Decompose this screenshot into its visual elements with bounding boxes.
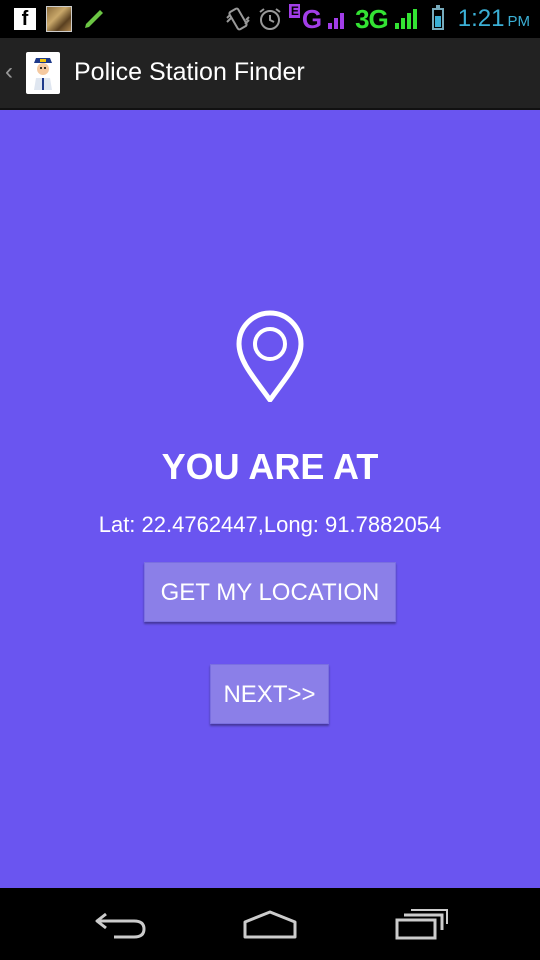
signal-icon-1 bbox=[328, 13, 345, 29]
alarm-icon bbox=[259, 8, 281, 30]
app-title: Police Station Finder bbox=[74, 58, 305, 86]
next-button[interactable]: NEXT>> bbox=[210, 664, 329, 724]
up-chevron-icon[interactable]: ‹ bbox=[5, 58, 13, 86]
clock: 1:21 PM bbox=[458, 5, 530, 33]
network-type-secondary: 3G bbox=[355, 3, 389, 34]
back-icon[interactable] bbox=[92, 908, 148, 940]
pencil-icon bbox=[85, 10, 103, 28]
signal-icon-2 bbox=[394, 9, 417, 29]
clock-time: 1:21 bbox=[457, 5, 505, 32]
app-logo-icon[interactable] bbox=[26, 52, 60, 94]
home-icon[interactable] bbox=[242, 908, 298, 940]
network-type-primary: G bbox=[301, 3, 322, 34]
get-my-location-button[interactable]: GET MY LOCATION bbox=[144, 562, 396, 622]
status-bar: f EG 3G 1:21 PM bbox=[0, 0, 540, 38]
vibrate-icon bbox=[226, 7, 250, 31]
navigation-bar bbox=[0, 888, 540, 960]
battery-icon bbox=[431, 5, 444, 30]
action-bar: ‹ Police Station Finder bbox=[0, 38, 540, 110]
edge-badge: E bbox=[288, 3, 300, 18]
main-content: YOU ARE AT Lat: 22.4762447,Long: 91.7882… bbox=[0, 110, 540, 888]
coordinates-text: Lat: 22.4762447,Long: 91.7882054 bbox=[98, 512, 442, 537]
recent-apps-icon[interactable] bbox=[394, 908, 450, 940]
clock-ampm: PM bbox=[507, 13, 531, 30]
facebook-icon: f bbox=[14, 8, 36, 30]
location-pin-icon bbox=[236, 310, 304, 402]
police-officer-icon bbox=[34, 58, 52, 90]
image-notification-icon bbox=[46, 6, 72, 32]
network-indicator: EG bbox=[288, 3, 322, 35]
location-heading: YOU ARE AT bbox=[161, 446, 379, 487]
system-icons: EG 3G 1:21 PM bbox=[225, 3, 530, 35]
notification-icons: f bbox=[14, 6, 106, 32]
